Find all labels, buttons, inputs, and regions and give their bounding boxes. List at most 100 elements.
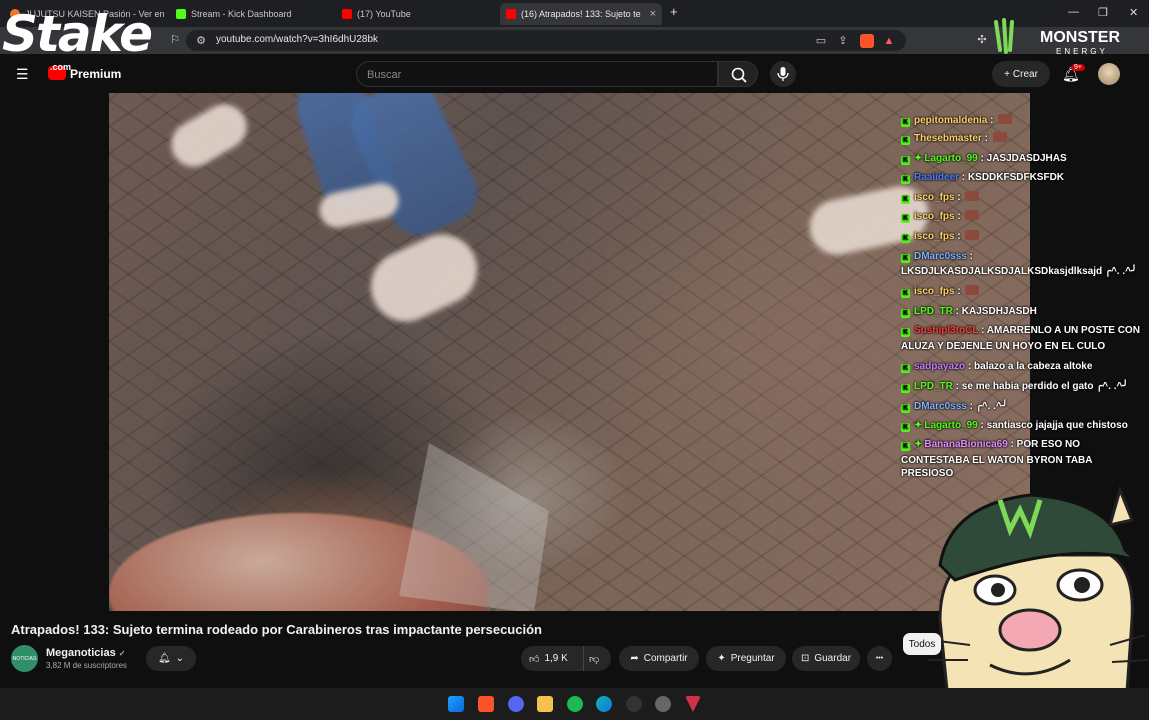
chat-separator: : bbox=[965, 361, 975, 372]
close-tab-icon[interactable]: × bbox=[650, 8, 656, 20]
chat-separator: : bbox=[981, 133, 991, 144]
chat-text: KAJSDHJASDH bbox=[961, 306, 1037, 317]
menu-icon[interactable]: ☰ bbox=[16, 66, 30, 83]
address-bar[interactable]: ⚙ youtube.com/watch?v=3hI6dhU28bk ▭ ⇪ ▲ bbox=[186, 30, 906, 51]
chat-message: K Thesebmaster : bbox=[901, 132, 1145, 145]
chat-separator: : bbox=[954, 231, 964, 242]
verified-icon: ✓ bbox=[118, 649, 126, 658]
bookmark-icon[interactable]: ⚐ bbox=[168, 33, 182, 47]
chat-username[interactable]: Lagarto_99 bbox=[924, 420, 977, 431]
channel-name-text: Meganoticias bbox=[46, 647, 116, 659]
premium-label: Premium bbox=[70, 67, 122, 81]
chat-separator: : bbox=[952, 306, 962, 317]
kick-badge-icon: K bbox=[901, 289, 910, 298]
search-input[interactable] bbox=[367, 67, 697, 82]
chat-username[interactable]: pepitomaldenia bbox=[914, 115, 987, 126]
chat-separator: : bbox=[954, 286, 964, 297]
chat-separator: : bbox=[966, 401, 976, 412]
chat-message: K ✦ Lagarto_99 : JASJDASDJHAS bbox=[901, 152, 1145, 165]
save-button[interactable]: ⊡ Guardar bbox=[792, 646, 860, 671]
chat-username[interactable]: LPD_TR bbox=[914, 306, 953, 317]
thumbs-down-icon[interactable]: 👎︎ bbox=[589, 653, 599, 665]
save-label: Guardar bbox=[814, 653, 852, 664]
tab-youtube-video[interactable]: (16) Atrapados! 133: Sujeto te × bbox=[500, 3, 662, 25]
divider bbox=[583, 646, 584, 671]
search-box[interactable] bbox=[356, 61, 718, 87]
search-icon bbox=[731, 67, 747, 83]
chat-text: ALUZA Y DEJENLE UN HOYO EN EL CULO bbox=[901, 341, 1106, 352]
valorant-icon[interactable] bbox=[685, 696, 701, 712]
chat-username[interactable]: DMarc0sss bbox=[914, 401, 967, 412]
file-explorer-icon[interactable] bbox=[537, 696, 553, 712]
svg-text:ENERGY: ENERGY bbox=[1056, 47, 1108, 56]
chevron-down-icon: ⌄ bbox=[175, 653, 185, 664]
chat-message: Ksadpayazo : balazo a la cabeza altoke bbox=[901, 360, 1145, 373]
channel-name[interactable]: Meganoticias ✓ bbox=[46, 647, 125, 659]
steam-icon[interactable] bbox=[655, 696, 671, 712]
plus-icon: + bbox=[1004, 68, 1010, 80]
discord-icon[interactable] bbox=[508, 696, 524, 712]
kick-badge-icon: K bbox=[901, 404, 910, 413]
youtube-header: ☰ Premium + Crear 🔔︎ 9+ bbox=[0, 54, 1149, 94]
chat-message: Kisco_fps : bbox=[901, 191, 1145, 204]
search-button[interactable] bbox=[718, 61, 758, 87]
chat-message: K ✦ Lagarto_99 : santiasco jajajja que chi… bbox=[901, 419, 1145, 432]
new-tab-button[interactable]: + bbox=[670, 4, 678, 19]
kick-badge-icon: K bbox=[901, 175, 910, 184]
obs-icon[interactable] bbox=[626, 696, 642, 712]
share-button[interactable]: ➦ Compartir bbox=[619, 646, 699, 671]
brave-browser-icon[interactable] bbox=[478, 696, 494, 712]
shoe-shape bbox=[163, 96, 255, 175]
chat-separator: : bbox=[952, 381, 962, 392]
brave-shields-icon[interactable] bbox=[860, 34, 874, 48]
windows-start-icon[interactable] bbox=[448, 696, 464, 712]
site-info-icon[interactable]: ⚙ bbox=[194, 34, 208, 48]
chat-text: JASJDASDJHAS bbox=[986, 153, 1067, 164]
cast-icon[interactable]: ▭ bbox=[814, 34, 828, 48]
kick-badge-icon: K bbox=[901, 156, 910, 165]
edge-icon[interactable] bbox=[596, 696, 612, 712]
chat-separator: : bbox=[987, 115, 997, 126]
microphone-icon bbox=[777, 67, 789, 81]
kick-badge-icon: K bbox=[901, 234, 910, 243]
tab-label: (17) YouTube bbox=[357, 9, 411, 19]
chat-username[interactable]: isco_fps bbox=[914, 286, 955, 297]
chat-message: LKSDJLKASDJALKSDJALKSDkasjdlksajd ╭^. .^… bbox=[901, 265, 1145, 278]
chat-message: K LPD_TR : KAJSDHJASDH bbox=[901, 305, 1145, 318]
chat-username[interactable]: Thesebmaster bbox=[914, 133, 982, 144]
tab-youtube-home[interactable]: (17) YouTube bbox=[336, 3, 496, 25]
chat-username[interactable]: isco_fps bbox=[914, 231, 955, 242]
voice-search-button[interactable] bbox=[770, 61, 796, 87]
spotify-icon[interactable] bbox=[567, 696, 583, 712]
chat-username[interactable]: isco_fps bbox=[914, 192, 955, 203]
tab-kick-dashboard[interactable]: Stream - Kick Dashboard bbox=[170, 3, 330, 25]
create-button[interactable]: + Crear bbox=[992, 61, 1050, 87]
chat-username[interactable]: LPD_TR bbox=[914, 381, 953, 392]
notification-bell-button[interactable]: 🔔︎ ⌄ bbox=[146, 646, 196, 671]
chat-separator: : bbox=[1007, 439, 1017, 450]
chat-username[interactable]: sadpayazo bbox=[914, 361, 965, 372]
chat-username[interactable]: BananaBionica69 bbox=[924, 439, 1007, 450]
channel-logo-text: NOTICIAS bbox=[12, 655, 37, 662]
video-player[interactable] bbox=[109, 93, 1030, 611]
chat-username[interactable]: Raaiideer bbox=[914, 172, 959, 183]
chat-username[interactable]: isco_fps bbox=[914, 211, 955, 222]
kick-badge-icon: K bbox=[901, 364, 910, 373]
extensions-icon[interactable]: ✣ bbox=[975, 33, 989, 47]
like-button[interactable]: 👍︎ 1,9 K 👎︎ bbox=[521, 646, 611, 671]
bell-icon: 🔔︎ bbox=[157, 653, 171, 664]
chat-text: POR ESO NO bbox=[1016, 439, 1081, 450]
channel-logo[interactable]: NOTICIAS bbox=[11, 645, 38, 672]
chat-emote-icon bbox=[965, 191, 980, 201]
chat-username[interactable]: Lagarto_99 bbox=[924, 153, 977, 164]
brave-rewards-icon[interactable]: ▲ bbox=[882, 34, 896, 48]
chat-emote-icon bbox=[965, 285, 980, 295]
account-avatar[interactable] bbox=[1098, 63, 1120, 85]
ask-button[interactable]: ✦ Preguntar bbox=[706, 646, 786, 671]
filter-chip-all[interactable]: Todos bbox=[903, 633, 941, 655]
subscriber-star-icon: ✦ bbox=[914, 420, 923, 431]
chat-username[interactable]: Sushipl3toCL bbox=[914, 325, 978, 336]
more-actions-button[interactable]: ••• bbox=[867, 646, 892, 671]
share-page-icon[interactable]: ⇪ bbox=[836, 34, 850, 48]
chat-username[interactable]: DMarc0sss bbox=[914, 251, 967, 262]
